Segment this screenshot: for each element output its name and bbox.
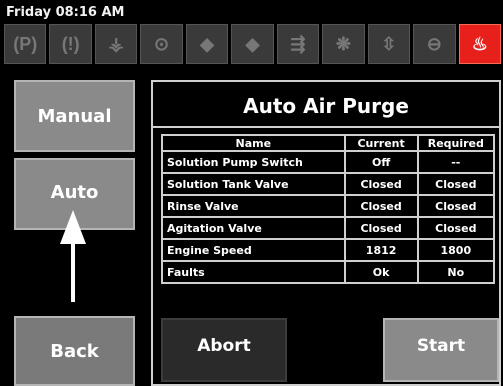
title-divider (153, 126, 499, 128)
valve-icon[interactable]: ⇶ (276, 24, 320, 64)
purge-status-table: Name Current Required Solution Pump Swit… (161, 134, 496, 284)
tank-icon[interactable]: ⇳ (367, 24, 411, 64)
row-required: No (416, 260, 496, 284)
row-name: Agitation Valve (161, 216, 346, 240)
row-name: Engine Speed (161, 238, 346, 262)
pointer-arrow-icon (60, 210, 86, 302)
table-row: Agitation Valve Closed Closed (161, 216, 496, 240)
pump-flow-icon[interactable]: ◆ (231, 24, 274, 64)
row-required: Closed (416, 172, 496, 196)
row-current: Closed (343, 172, 419, 196)
table-row: Solution Pump Switch Off -- (161, 150, 496, 174)
parking-brake-icon[interactable]: (P) (4, 24, 47, 64)
abort-button[interactable]: Abort (161, 318, 287, 382)
start-button[interactable]: Start (383, 318, 499, 382)
row-name: Solution Tank Valve (161, 172, 346, 196)
back-button[interactable]: Back (14, 316, 135, 386)
row-current: Closed (343, 194, 419, 218)
row-name: Faults (161, 260, 346, 284)
table-row: Solution Tank Valve Closed Closed (161, 172, 496, 196)
manual-button[interactable]: Manual (14, 80, 135, 152)
engine-icon[interactable]: ⊙ (140, 24, 183, 64)
row-required: Closed (416, 194, 496, 218)
table-row: Engine Speed 1812 1800 (161, 238, 496, 262)
row-required: -- (416, 150, 496, 174)
agitation-icon[interactable]: ❋ (322, 24, 365, 64)
row-current: 1812 (343, 238, 419, 262)
table-row: Rinse Valve Closed Closed (161, 194, 496, 218)
status-icon-bar: (P) (!) ⚶ ⊙ ◆ ◆ ⇶ ❋ ⇳ ⊖ ♨ (4, 24, 501, 64)
column-header-current: Current (343, 134, 419, 152)
row-name: Rinse Valve (161, 194, 346, 218)
pump-icon[interactable]: ◆ (185, 24, 229, 64)
column-header-required: Required (416, 134, 496, 152)
table-row: Faults Ok No (161, 260, 496, 284)
panel-title: Auto Air Purge (243, 94, 409, 118)
warning-icon[interactable]: (!) (49, 24, 92, 64)
alarm-icon[interactable]: ♨ (458, 24, 501, 64)
row-current: Ok (343, 260, 419, 284)
column-header-name: Name (161, 134, 346, 152)
fill-icon[interactable]: ⊖ (413, 24, 456, 64)
row-required: Closed (416, 216, 496, 240)
row-name: Solution Pump Switch (161, 150, 346, 174)
row-current: Closed (343, 216, 419, 240)
table-header-row: Name Current Required (161, 134, 496, 152)
row-current: Off (343, 150, 419, 174)
row-required: 1800 (416, 238, 496, 262)
clock-display: Friday 08:16 AM (6, 5, 125, 20)
air-purge-panel: Auto Air Purge Name Current Required Sol… (151, 80, 501, 386)
sprayer-valve-icon[interactable]: ⚶ (94, 24, 138, 64)
